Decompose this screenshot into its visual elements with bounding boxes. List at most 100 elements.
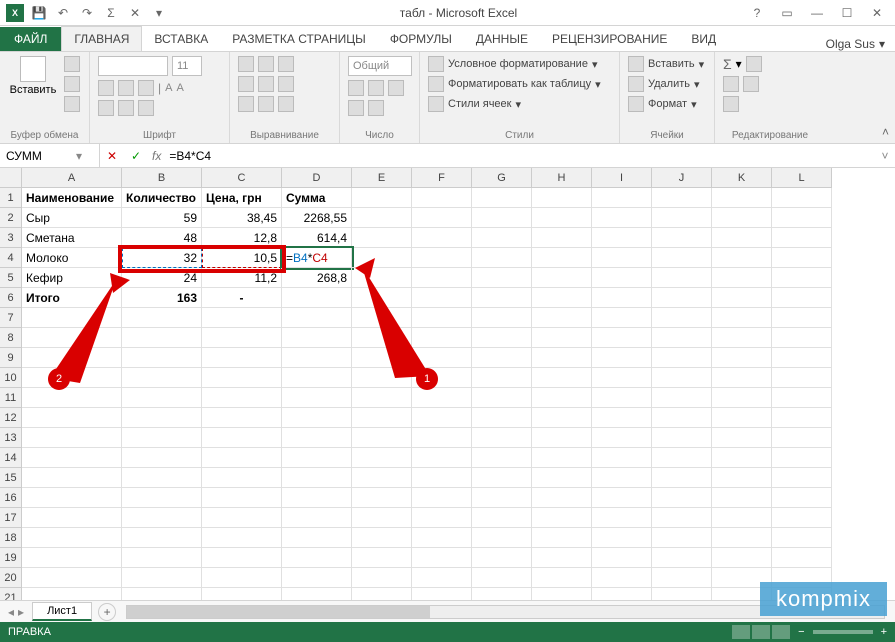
fx-icon[interactable]: fx <box>148 149 165 163</box>
cell[interactable] <box>592 588 652 600</box>
bold-icon[interactable] <box>98 80 114 96</box>
cell[interactable] <box>352 568 412 588</box>
cell[interactable] <box>22 408 122 428</box>
row-header[interactable]: 13 <box>0 428 22 448</box>
row-header[interactable]: 5 <box>0 268 22 288</box>
column-header[interactable]: J <box>652 168 712 188</box>
cell[interactable] <box>652 488 712 508</box>
cell[interactable] <box>202 468 282 488</box>
cell[interactable] <box>712 508 772 528</box>
cell[interactable] <box>472 588 532 600</box>
clear-icon[interactable] <box>723 96 739 112</box>
row-header[interactable]: 16 <box>0 488 22 508</box>
cell[interactable] <box>122 328 202 348</box>
cell[interactable] <box>412 268 472 288</box>
cell[interactable] <box>472 468 532 488</box>
cell[interactable] <box>772 248 832 268</box>
enter-formula-icon[interactable]: ✓ <box>124 149 148 163</box>
cell[interactable] <box>712 248 772 268</box>
cell[interactable] <box>352 288 412 308</box>
cell[interactable] <box>772 268 832 288</box>
cell[interactable] <box>282 408 352 428</box>
row-header[interactable]: 10 <box>0 368 22 388</box>
cell[interactable] <box>122 368 202 388</box>
font-size-combo[interactable] <box>172 56 202 76</box>
cell[interactable] <box>472 288 532 308</box>
cell[interactable] <box>712 488 772 508</box>
cell[interactable] <box>652 308 712 328</box>
cell[interactable] <box>352 588 412 600</box>
italic-icon[interactable] <box>118 80 134 96</box>
cell[interactable] <box>22 588 122 600</box>
cell[interactable] <box>772 528 832 548</box>
cell[interactable] <box>772 308 832 328</box>
cell[interactable] <box>652 548 712 568</box>
cell[interactable] <box>772 468 832 488</box>
spreadsheet-grid[interactable]: ABCDEFGHIJKL 123456789101112131415161718… <box>0 168 895 600</box>
cell[interactable] <box>22 428 122 448</box>
cell[interactable] <box>22 448 122 468</box>
row-header[interactable]: 1 <box>0 188 22 208</box>
cell[interactable]: 32 <box>122 248 202 268</box>
cell[interactable] <box>712 528 772 548</box>
cell[interactable] <box>202 528 282 548</box>
cell[interactable] <box>712 368 772 388</box>
cell[interactable] <box>282 528 352 548</box>
cell[interactable] <box>652 328 712 348</box>
currency-icon[interactable] <box>348 80 364 96</box>
cell[interactable] <box>532 288 592 308</box>
cell[interactable] <box>772 288 832 308</box>
cell[interactable] <box>282 488 352 508</box>
cell[interactable] <box>202 348 282 368</box>
row-header[interactable]: 9 <box>0 348 22 368</box>
cell[interactable] <box>472 268 532 288</box>
cell[interactable] <box>412 468 472 488</box>
cell[interactable] <box>412 528 472 548</box>
cell[interactable] <box>652 388 712 408</box>
cell[interactable]: 11,2 <box>202 268 282 288</box>
paste-button[interactable]: Вставить <box>8 56 58 96</box>
cell[interactable] <box>532 388 592 408</box>
tab-insert[interactable]: ВСТАВКА <box>142 27 220 51</box>
align-right-icon[interactable] <box>278 76 294 92</box>
cell[interactable] <box>412 248 472 268</box>
cell[interactable]: Итого <box>22 288 122 308</box>
cell[interactable] <box>352 508 412 528</box>
cell[interactable] <box>412 408 472 428</box>
row-header[interactable]: 2 <box>0 208 22 228</box>
cell[interactable] <box>122 308 202 328</box>
cell[interactable] <box>652 528 712 548</box>
column-header[interactable]: C <box>202 168 282 188</box>
cell[interactable] <box>412 508 472 528</box>
cell[interactable] <box>202 308 282 328</box>
cell[interactable] <box>412 328 472 348</box>
cell[interactable] <box>472 248 532 268</box>
cell[interactable] <box>412 388 472 408</box>
row-header[interactable]: 21 <box>0 588 22 600</box>
column-header[interactable]: D <box>282 168 352 188</box>
cell[interactable] <box>282 568 352 588</box>
cell[interactable] <box>352 328 412 348</box>
cell[interactable] <box>352 368 412 388</box>
ribbon-options-icon[interactable]: ▭ <box>773 3 801 23</box>
save-icon[interactable]: 💾 <box>30 4 48 22</box>
font-color-icon[interactable] <box>138 100 154 116</box>
cell[interactable] <box>282 588 352 600</box>
cell[interactable] <box>592 508 652 528</box>
cell[interactable]: Сыр <box>22 208 122 228</box>
cell[interactable] <box>412 588 472 600</box>
cell[interactable] <box>472 208 532 228</box>
indent-inc-icon[interactable] <box>258 96 274 112</box>
percent-icon[interactable] <box>368 80 384 96</box>
dec-decimal-icon[interactable] <box>368 100 384 116</box>
cell[interactable] <box>122 428 202 448</box>
collapse-ribbon-icon[interactable]: ˄ <box>882 125 889 139</box>
cell[interactable] <box>652 248 712 268</box>
row-header[interactable]: 17 <box>0 508 22 528</box>
cell[interactable] <box>532 328 592 348</box>
expand-formula-bar-icon[interactable]: ˅ <box>875 149 895 163</box>
qat-more-icon[interactable]: Σ <box>102 4 120 22</box>
cell-styles-button[interactable]: Стили ячеек ▾ <box>428 96 521 112</box>
row-header[interactable]: 20 <box>0 568 22 588</box>
cell[interactable] <box>122 548 202 568</box>
